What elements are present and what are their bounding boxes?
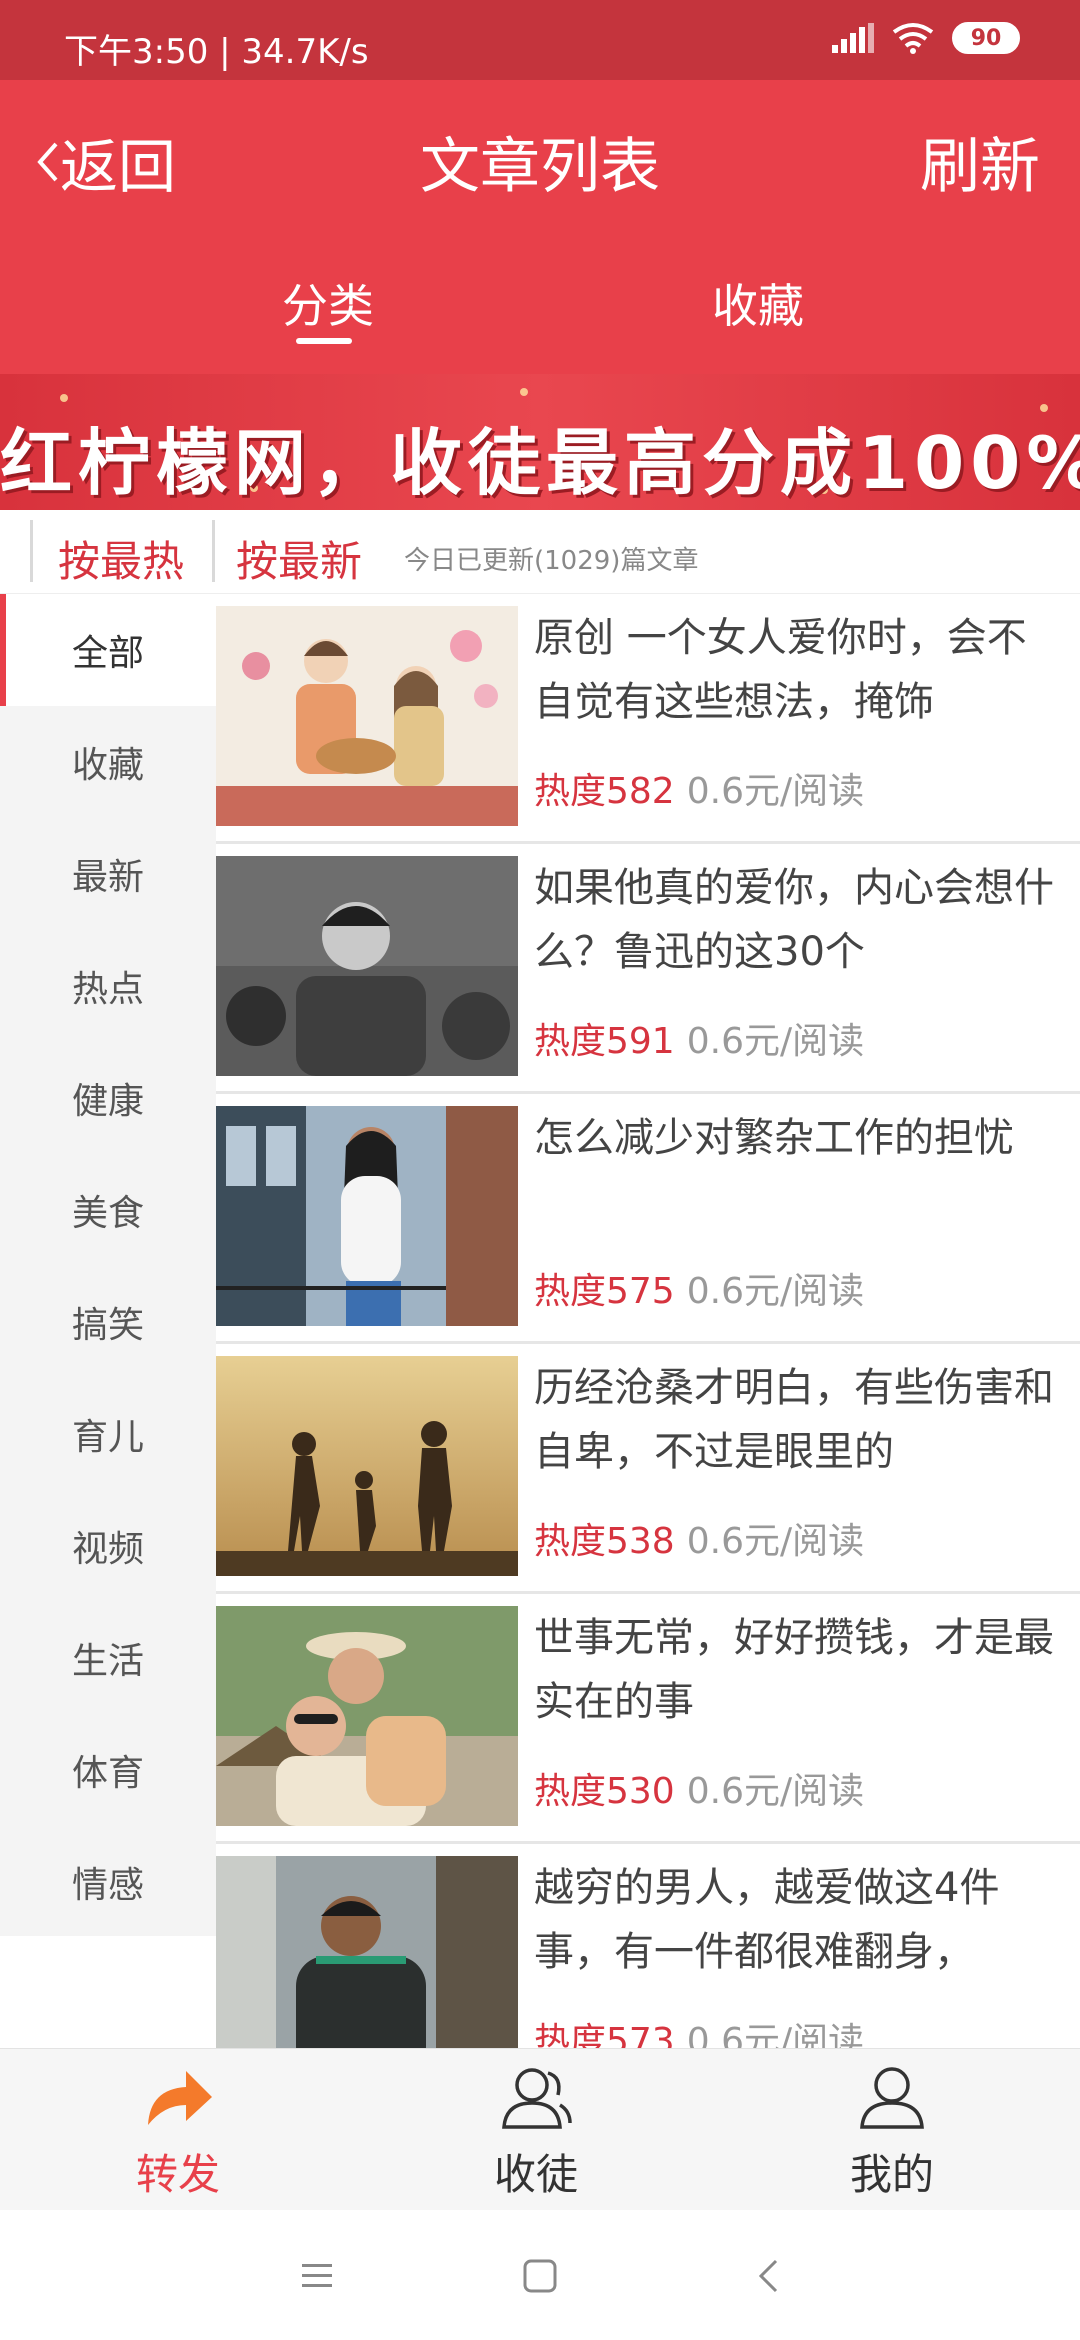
article-thumbnail — [216, 1606, 518, 1826]
article-item[interactable]: 原创 一个女人爱你时，会不自觉有这些想法，掩饰 热度582 0.6元/阅读 — [216, 594, 1080, 844]
menu-icon[interactable] — [300, 2258, 334, 2292]
sidebar-item-emotion[interactable]: 情感 — [0, 1826, 216, 1938]
article-item[interactable]: 历经沧桑才明白，有些伤害和自卑，不过是眼里的 热度538 0.6元/阅读 — [216, 1344, 1080, 1594]
article-heat: 热度575 — [534, 1271, 675, 1312]
article-price: 0.6元/阅读 — [686, 2021, 865, 2048]
sidebar-item-latest[interactable]: 最新 — [0, 818, 216, 930]
divider — [212, 520, 215, 582]
tab-active-indicator — [296, 338, 352, 344]
article-meta: 热度573 0.6元/阅读 — [534, 2012, 864, 2048]
tab-bar: 分类 收藏 — [0, 234, 1080, 374]
article-title: 历经沧桑才明白，有些伤害和自卑，不过是眼里的 — [534, 1365, 1054, 1475]
tab-category[interactable]: 分类 — [282, 270, 374, 336]
back-nav-icon[interactable] — [756, 2258, 780, 2294]
article-title: 如果他真的爱你，内心会想什么？鲁迅的这30个 — [534, 865, 1054, 975]
update-count-note: 今日已更新(1029)篇文章 — [404, 546, 699, 576]
tab-favorites[interactable]: 收藏 — [712, 270, 804, 336]
article-heat: 热度538 — [534, 1521, 675, 1562]
article-list: 原创 一个女人爱你时，会不自觉有这些想法，掩饰 热度582 0.6元/阅读 如果他… — [216, 594, 1080, 2048]
article-price: 0.6元/阅读 — [686, 771, 865, 812]
article-title: 世事无常，好好攒钱，才是最实在的事 — [534, 1615, 1054, 1725]
article-item[interactable]: 如果他真的爱你，内心会想什么？鲁迅的这30个 热度591 0.6元/阅读 — [216, 844, 1080, 1094]
title-bar: 返回 文章列表 刷新 — [0, 80, 1080, 234]
sidebar-item-favorites[interactable]: 收藏 — [0, 706, 216, 818]
article-meta: 热度538 0.6元/阅读 — [534, 1512, 864, 1564]
sidebar-item-sports[interactable]: 体育 — [0, 1714, 216, 1826]
share-arrow-icon — [148, 2071, 212, 2125]
sort-new-button[interactable]: 按最新 — [236, 528, 362, 589]
sidebar-item-funny[interactable]: 搞笑 — [0, 1266, 216, 1378]
article-meta: 热度530 0.6元/阅读 — [534, 1762, 864, 1814]
sidebar-item-food[interactable]: 美食 — [0, 1154, 216, 1266]
status-bar: 下午3:50 | 34.7K/s 90 — [0, 0, 1080, 80]
nav-share[interactable]: 转发 — [78, 2065, 278, 2202]
promo-banner[interactable]: 红柠檬网，收徒最高分成100% — [0, 374, 1080, 510]
bottom-nav: 转发 收徒 我的 — [0, 2048, 1080, 2210]
sidebar-item-all[interactable]: 全部 — [0, 594, 216, 706]
sidebar-item-life[interactable]: 生活 — [0, 1602, 216, 1714]
sort-hot-button[interactable]: 按最热 — [58, 528, 184, 589]
article-item[interactable]: 怎么减少对繁杂工作的担忧 热度575 0.6元/阅读 — [216, 1094, 1080, 1344]
nav-mine-label: 我的 — [849, 2150, 934, 2199]
article-heat: 热度573 — [534, 2021, 675, 2048]
article-price: 0.6元/阅读 — [686, 1771, 865, 1812]
sort-bar: 按最热 按最新 今日已更新(1029)篇文章 — [0, 510, 1080, 594]
sidebar-item-hot[interactable]: 热点 — [0, 930, 216, 1042]
article-meta: 热度591 0.6元/阅读 — [534, 1012, 864, 1064]
battery-icon: 90 — [952, 22, 1020, 54]
signal-icon — [832, 23, 874, 53]
article-meta: 热度575 0.6元/阅读 — [534, 1262, 864, 1314]
article-thumbnail — [216, 1856, 518, 2048]
nav-mine[interactable]: 我的 — [792, 2065, 992, 2202]
article-heat: 热度582 — [534, 771, 675, 812]
banner-text: 红柠檬网，收徒最高分成100% — [0, 421, 1080, 505]
refresh-button[interactable]: 刷新 — [920, 118, 1040, 205]
article-item[interactable]: 世事无常，好好攒钱，才是最实在的事 热度530 0.6元/阅读 — [216, 1594, 1080, 1844]
article-title: 怎么减少对繁杂工作的担忧 — [534, 1115, 1014, 1161]
article-meta: 热度582 0.6元/阅读 — [534, 762, 864, 814]
divider — [30, 520, 33, 582]
article-price: 0.6元/阅读 — [686, 1271, 865, 1312]
article-thumbnail — [216, 606, 518, 826]
article-title: 越穷的男人，越爱做这4件事，有一件都很难翻身， — [534, 1865, 1000, 1975]
article-item[interactable]: 越穷的男人，越爱做这4件事，有一件都很难翻身， 热度573 0.6元/阅读 — [216, 1844, 1080, 2048]
page-title: 文章列表 — [420, 132, 660, 202]
wifi-icon — [892, 23, 934, 54]
article-heat: 热度530 — [534, 1771, 675, 1812]
sidebar-item-video[interactable]: 视频 — [0, 1490, 216, 1602]
article-price: 0.6元/阅读 — [686, 1521, 865, 1562]
nav-recruit-label: 收徒 — [493, 2150, 578, 2199]
article-title: 原创 一个女人爱你时，会不自觉有这些想法，掩饰 — [534, 615, 1027, 725]
sidebar-item-parenting[interactable]: 育儿 — [0, 1378, 216, 1490]
sidebar-item-health[interactable]: 健康 — [0, 1042, 216, 1154]
status-icons: 90 — [832, 22, 1020, 54]
article-thumbnail — [216, 856, 518, 1076]
users-icon — [502, 2068, 572, 2129]
article-thumbnail — [216, 1106, 518, 1326]
category-sidebar: 全部 收藏 最新 热点 健康 美食 搞笑 育儿 视频 生活 体育 情感 — [0, 594, 216, 1936]
article-price: 0.6元/阅读 — [686, 1021, 865, 1062]
article-heat: 热度591 — [534, 1021, 675, 1062]
home-icon[interactable] — [522, 2258, 558, 2294]
nav-recruit[interactable]: 收徒 — [436, 2065, 636, 2202]
status-time-speed: 下午3:50 | 34.7K/s — [64, 32, 369, 72]
system-nav-bar — [0, 2210, 1080, 2340]
nav-share-label: 转发 — [135, 2150, 220, 2199]
user-icon — [860, 2067, 924, 2129]
article-thumbnail — [216, 1356, 518, 1576]
